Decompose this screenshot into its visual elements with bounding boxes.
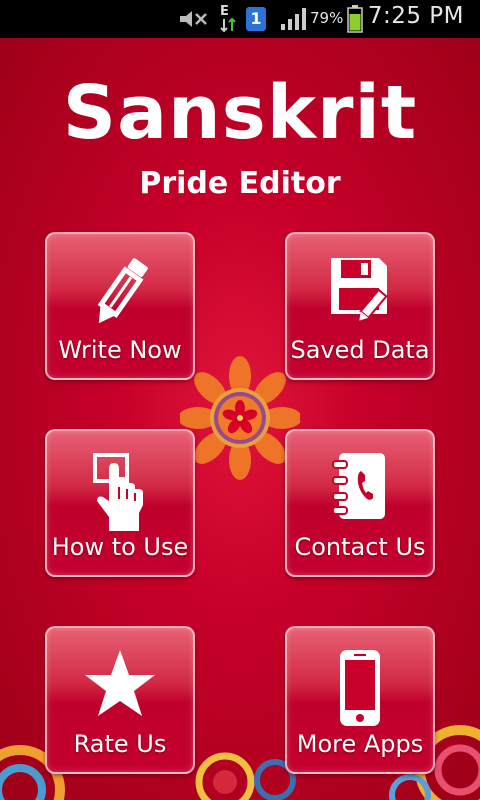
- tile-label: Contact Us: [294, 533, 426, 561]
- app-subtitle: Pride Editor: [139, 166, 341, 201]
- rate-us-button[interactable]: Rate Us: [45, 626, 195, 774]
- battery-icon: [347, 5, 363, 33]
- write-now-button[interactable]: Write Now: [45, 232, 195, 380]
- app-screen: Sanskrit Pride Editor Write Now Saved Da…: [0, 38, 480, 800]
- sim-1-icon: 1: [246, 7, 266, 31]
- flower-ornament-icon: [180, 356, 300, 480]
- more-apps-button[interactable]: More Apps: [285, 626, 435, 774]
- tile-label: Rate Us: [73, 730, 167, 758]
- floppy-disk-icon: [331, 258, 388, 321]
- how-to-use-button[interactable]: How to Use: [45, 429, 195, 577]
- pencil-icon: [97, 258, 148, 324]
- star-icon: [85, 650, 155, 716]
- address-book-icon: [332, 453, 385, 519]
- smartphone-icon: [340, 650, 380, 726]
- saved-data-button[interactable]: Saved Data: [285, 232, 435, 380]
- tile-label: Saved Data: [290, 336, 430, 364]
- clock: 7:25 PM: [367, 3, 464, 29]
- no-sound-icon: [180, 11, 207, 27]
- data-e-icon: E: [220, 4, 236, 33]
- tile-label: Write Now: [58, 336, 182, 364]
- tap-hand-icon: [93, 453, 143, 531]
- app-title: Sanskrit: [62, 70, 418, 156]
- tile-label: How to Use: [51, 533, 189, 561]
- tile-label: More Apps: [296, 730, 424, 758]
- status-bar: E 1 79% 7:25 PM: [0, 0, 480, 38]
- contact-us-button[interactable]: Contact Us: [285, 429, 435, 577]
- svg-text:E: E: [220, 4, 229, 19]
- battery-percent: 79%: [310, 9, 344, 27]
- signal-icon: [281, 8, 306, 30]
